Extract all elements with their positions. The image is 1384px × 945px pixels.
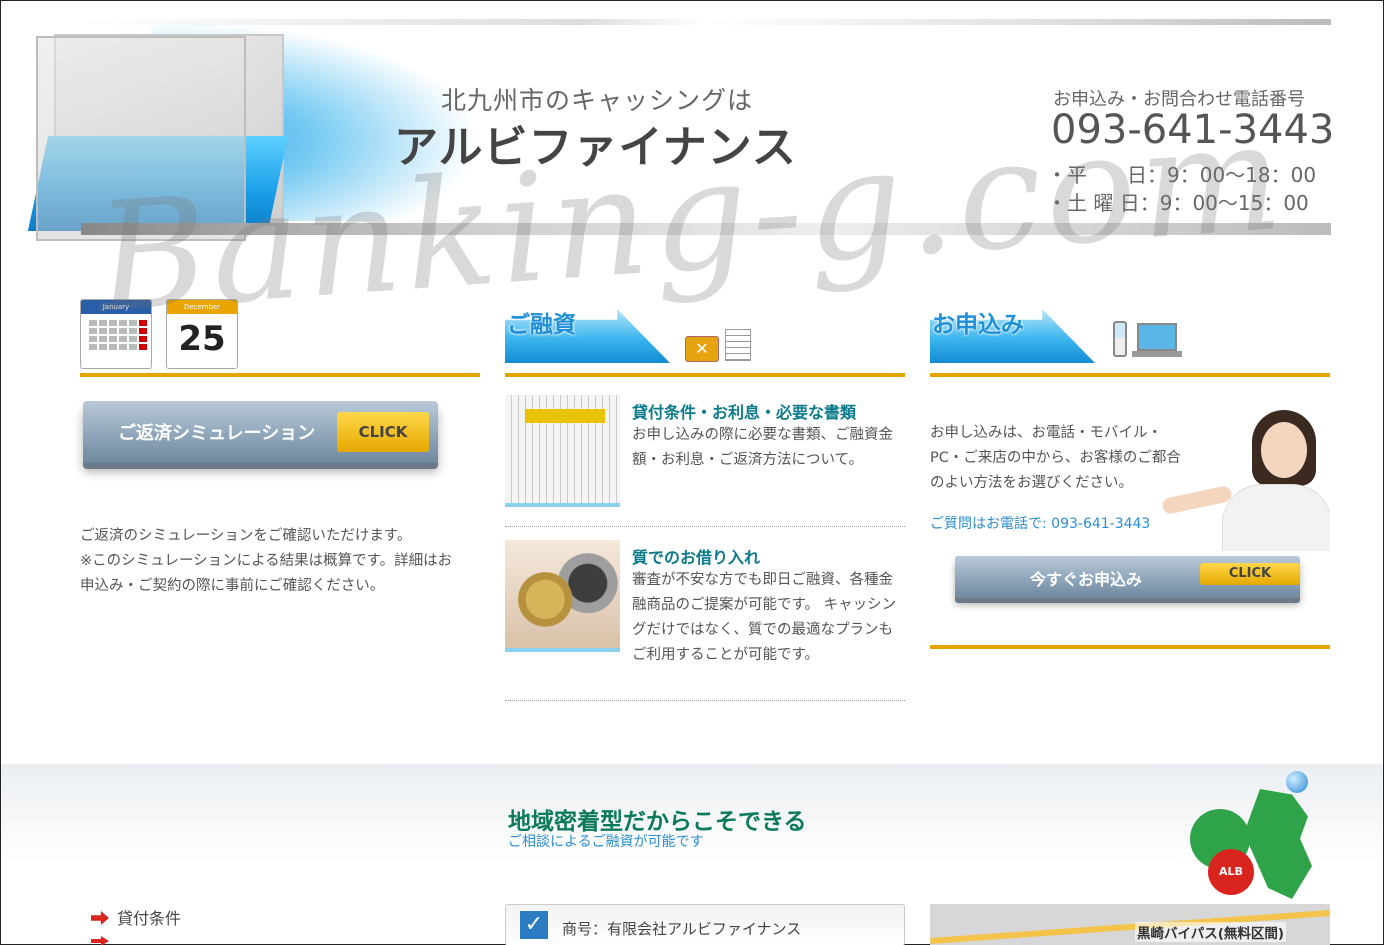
calendar-month-label: December	[167, 300, 237, 314]
inquiry-phone-link[interactable]: ご質問はお電話で: 093-641-3443	[930, 513, 1150, 533]
cube-front	[36, 36, 246, 241]
local-service-band: 地域密着型だからこそできる ご相談によるご融資が可能です	[1, 764, 1383, 864]
photo-body	[1222, 484, 1330, 551]
company-info-box: ✓ 商号：有限会社アルビファイナンス	[505, 904, 905, 945]
mobile-phone-icon	[1113, 321, 1127, 357]
application-section-title: お申込み	[932, 312, 1024, 338]
footer-menu-item-loan-conditions[interactable]: 貸付条件	[91, 905, 181, 929]
section-divider-bottom	[930, 645, 1330, 649]
document-icon	[725, 329, 751, 361]
coin-icon: ✕	[685, 336, 719, 362]
mascot-badge: ALB	[1208, 849, 1254, 895]
loan-conditions-item[interactable]: 貸付条件・お利息・必要な書類 お申し込みの際に必要な書類、ご融資金額・お利息・ご…	[505, 391, 905, 527]
calendar-day-number: 25	[178, 319, 226, 359]
loan-conditions-text: お申し込みの際に必要な書類、ご融資金額・お利息・ご返済方法について。	[632, 427, 893, 468]
section-divider	[505, 373, 905, 377]
company-logo-text[interactable]: アルビファイナンス	[394, 111, 797, 175]
loan-conditions-link[interactable]: 貸付条件・お利息・必要な書類	[632, 399, 856, 423]
calendar-grid	[81, 314, 151, 356]
footer-menu-label: 貸付条件	[117, 909, 182, 928]
turtle-mascot-map: ALB	[1186, 769, 1336, 904]
band-subtitle: ご相談によるご融資が可能です	[508, 834, 704, 850]
glass-cube-logo	[27, 26, 296, 241]
company-name-text: 商号：有限会社アルビファイナンス	[562, 920, 802, 938]
checkmark-icon: ✓	[520, 911, 548, 939]
phone-number[interactable]: 093-641-3443	[1051, 107, 1334, 153]
section-divider	[930, 373, 1330, 377]
simulation-description-text: ご返済のシミュレーションをご確認いただけます。 ※このシミュレーションによる結果…	[80, 528, 453, 594]
photo-face	[1261, 422, 1307, 478]
pawn-loan-item[interactable]: 質でのお借り入れ 審査が不安な方でも即日ご融資、各種金融商品のご提案が可能です。…	[505, 536, 905, 701]
section-divider	[80, 373, 480, 377]
watch-jewelry-photo	[505, 540, 620, 652]
repayment-simulation-button[interactable]: ご返済シミュレーション CLICK	[83, 401, 438, 463]
loan-section-title: ご融資	[507, 312, 576, 338]
site-header: 北九州市のキャッシングは アルビファイナンス お申込み・お問合わせ電話番号 09…	[1, 1, 1384, 251]
pawn-loan-link[interactable]: 質でのお借り入れ	[632, 544, 760, 568]
application-description: お申し込みは、お電話・モバイル・ PC・ご来店の中から、お客様のご都合 のよい方…	[930, 425, 1181, 491]
documents-photo	[505, 395, 620, 507]
computer-icon	[1137, 323, 1177, 351]
click-tag: CLICK	[1200, 563, 1300, 585]
keyboard-icon	[1132, 351, 1182, 357]
loan-section-header: ご融資	[505, 303, 675, 363]
header-bottom-line	[81, 223, 1331, 235]
calendar-icon: January	[80, 299, 152, 369]
calendar-month-label: January	[81, 300, 151, 314]
apply-button-label: 今すぐお申込み	[1030, 570, 1143, 589]
business-hours: ・平 日：9：00〜18：00 ・土 曜 日：9：00〜15：00	[1047, 163, 1317, 215]
calendar-date-icon: December 25	[166, 299, 238, 369]
application-section-header: お申込み	[930, 303, 1100, 363]
simulation-button-label: ご返済シミュレーション	[118, 423, 316, 444]
location-map[interactable]: 黒崎バイパス(無料区間)	[930, 904, 1330, 945]
click-tag: CLICK	[337, 412, 429, 452]
arrow-right-icon	[91, 911, 109, 925]
simulation-description: ご返済のシミュレーションをご確認いただけます。 ※このシミュレーションによる結果…	[80, 524, 480, 599]
apply-now-button[interactable]: 今すぐお申込み CLICK	[955, 556, 1300, 598]
map-road-label: 黒崎バイパス(無料区間)	[1135, 922, 1287, 942]
arrow-right-icon	[91, 936, 109, 945]
pawn-loan-text: 審査が不安な方でも即日ご融資、各種金融商品のご提案が可能です。 キャッシングだけ…	[632, 572, 897, 663]
map-pin-icon	[1286, 771, 1308, 793]
